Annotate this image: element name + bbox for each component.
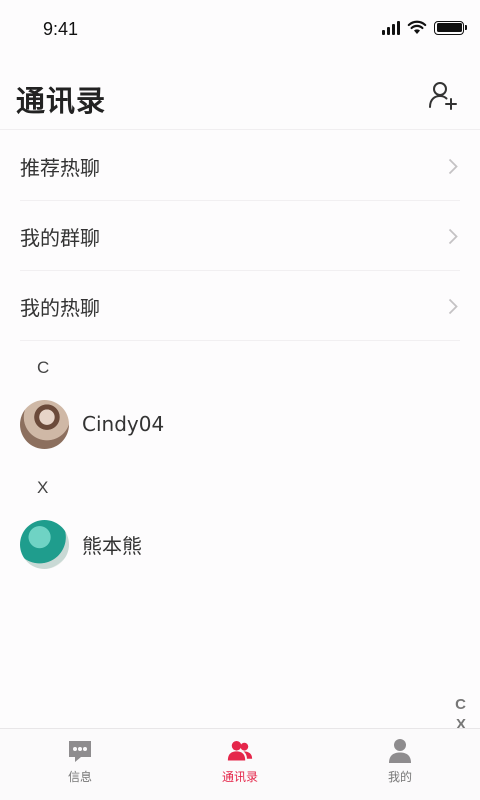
tab-label: 信息 [67, 770, 92, 784]
wifi-icon [407, 20, 427, 34]
menu-item-my-hot-chats[interactable]: 我的热聊 [0, 271, 480, 341]
add-user-icon[interactable] [428, 80, 458, 110]
avatar [20, 519, 69, 569]
menu-item-label: 我的群聊 [20, 225, 100, 250]
contact-name: 熊本熊 [82, 533, 142, 558]
status-icons [382, 20, 467, 35]
avatar [20, 399, 69, 449]
status-time: 9:41 [43, 19, 79, 39]
contact-row-cindy04[interactable]: Cindy04 [0, 394, 460, 454]
tab-messages[interactable]: 信息 [0, 729, 160, 800]
signal-icon [382, 20, 400, 35]
status-bar: 9:41 [0, 0, 480, 60]
page-title: 通讯录 [16, 84, 107, 118]
contact-row-kumamon[interactable]: 熊本熊 [0, 514, 460, 574]
menu-item-recommended-chats[interactable]: 推荐热聊 [0, 131, 480, 201]
contacts-icon [227, 741, 253, 761]
tab-label: 我的 [387, 770, 412, 784]
tab-bar: 信息 通讯录 我的 [0, 728, 480, 800]
tab-me[interactable]: 我的 [320, 729, 480, 800]
chevron-right-icon [448, 158, 458, 175]
section-header-x: X [37, 478, 49, 497]
menu-item-label: 推荐热聊 [20, 155, 100, 180]
battery-icon [434, 20, 467, 35]
menu-item-label: 我的热聊 [20, 295, 100, 320]
tab-contacts[interactable]: 通讯录 [160, 729, 320, 800]
index-letter-c[interactable]: C [455, 696, 466, 713]
chevron-right-icon [448, 298, 458, 315]
chevron-right-icon [448, 228, 458, 245]
person-icon [389, 739, 411, 763]
menu-item-my-groups[interactable]: 我的群聊 [0, 201, 480, 271]
tab-label: 通讯录 [221, 770, 258, 784]
chat-bubble-icon [69, 741, 91, 762]
header: 通讯录 [0, 70, 480, 130]
contact-name: Cindy04 [82, 412, 165, 436]
section-header-c: C [37, 358, 50, 377]
group-menu: 推荐热聊 我的群聊 我的热聊 [0, 131, 480, 341]
